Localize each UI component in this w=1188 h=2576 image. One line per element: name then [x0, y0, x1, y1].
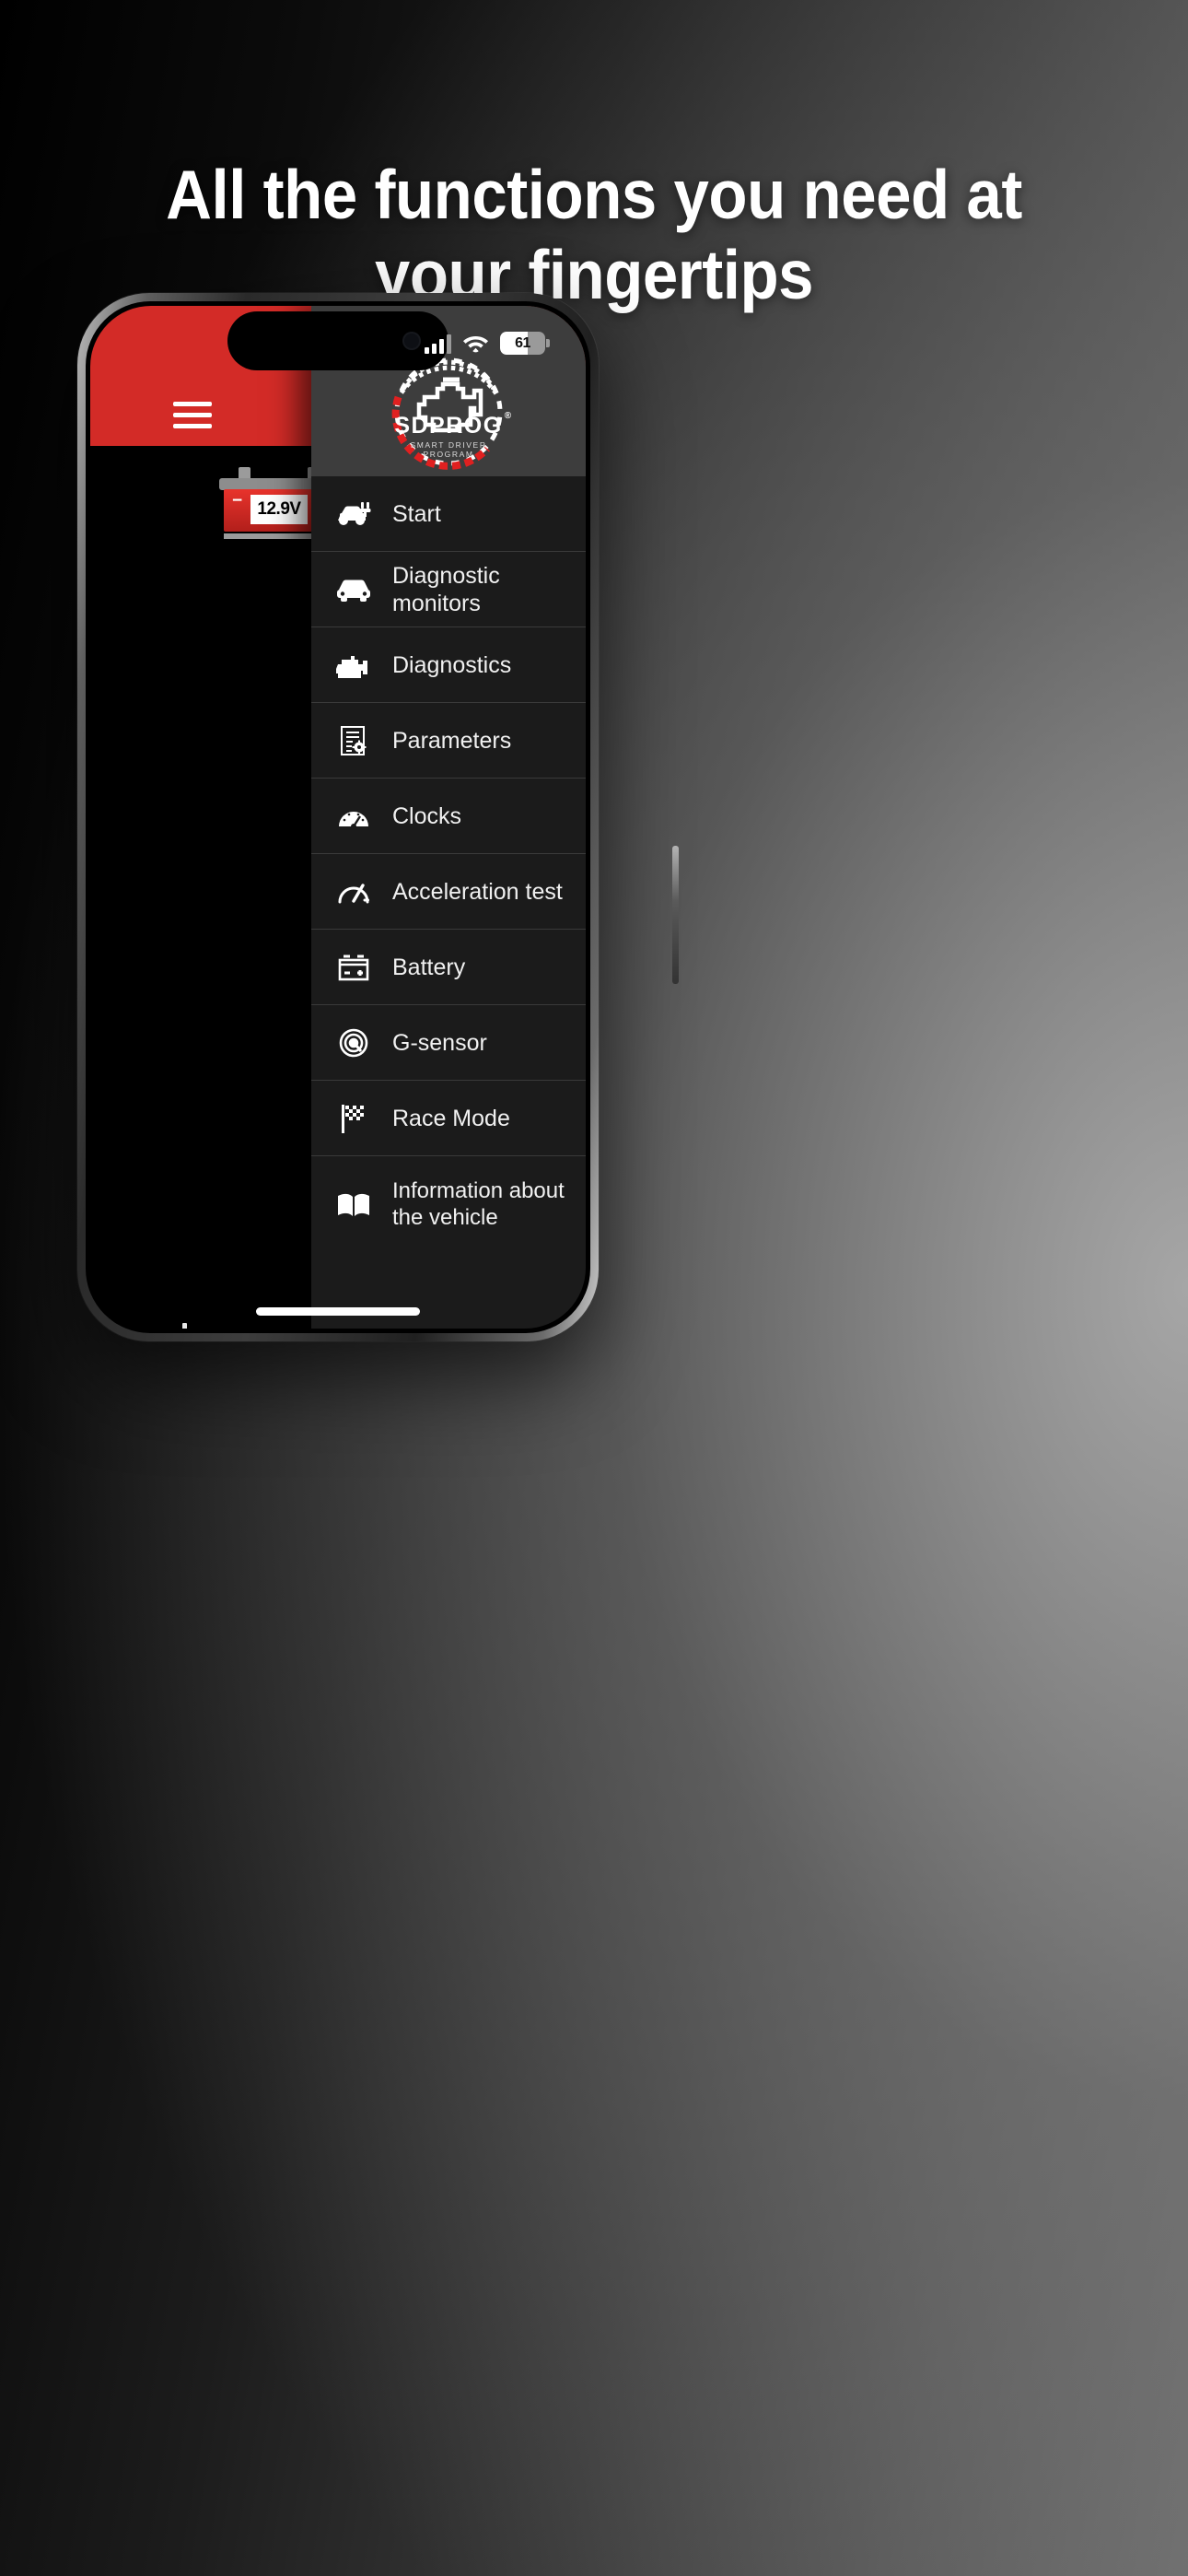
hamburger-menu-icon[interactable] — [173, 402, 212, 429]
menu-item-label: Battery — [392, 954, 466, 980]
menu-item-label: Diagnostic monitors — [392, 562, 500, 616]
battery-voltage-readout: 12.9V — [250, 495, 308, 524]
menu-item-label: Acceleration test — [392, 878, 563, 905]
menu-item-clocks[interactable]: Clocks — [311, 779, 586, 854]
checkered-flag-icon — [332, 1104, 376, 1133]
logo-registered-mark: ® — [504, 411, 513, 421]
background-tick-marks — [182, 1323, 187, 1329]
speedometer-icon — [332, 880, 376, 904]
gauge-icon — [332, 804, 376, 828]
target-spiral-icon — [332, 1028, 376, 1058]
phone-device-mockup: 09:22 − + 12.9V ® ’47 — [77, 293, 679, 1341]
engine-icon — [332, 652, 376, 678]
menu-item-label: Information about the vehicle — [392, 1178, 565, 1230]
battery-terminals-icon — [332, 954, 376, 981]
battery-minus-label: − — [232, 491, 243, 510]
power-button[interactable] — [672, 846, 679, 984]
logo-tagline-line-1: SMART DRIVER — [410, 440, 487, 450]
menu-item-information-about-the-vehicle[interactable]: Information about the vehicle — [311, 1156, 586, 1254]
car-plug-icon — [332, 500, 376, 528]
document-gear-icon — [332, 725, 376, 756]
menu-item-battery[interactable]: Battery — [311, 930, 586, 1005]
menu-item-diagnostics[interactable]: Diagnostics — [311, 627, 586, 703]
engine-check-logo-icon: SDPROG ® SMART DRIVER PROGRAM — [386, 353, 511, 471]
menu-item-start[interactable]: Start — [311, 476, 586, 552]
drawer-menu-list: Start Diagnostic monitors Diagnostics Pa… — [311, 476, 586, 1329]
phone-screen: 09:22 − + 12.9V ® ’47 — [90, 306, 586, 1329]
logo-text-block: SDPROG ® SMART DRIVER PROGRAM — [386, 412, 511, 460]
navigation-drawer: SDPROG ® SMART DRIVER PROGRAM Start Diag… — [311, 306, 586, 1329]
car-front-icon — [332, 577, 376, 603]
menu-item-parameters[interactable]: Parameters — [311, 703, 586, 779]
logo-name-text: SDPROG — [394, 413, 503, 439]
home-indicator[interactable] — [256, 1307, 420, 1316]
menu-item-g-sensor[interactable]: G-sensor — [311, 1005, 586, 1081]
logo-tagline-line-2: PROGRAM — [423, 450, 474, 459]
menu-item-label: G-sensor — [392, 1029, 487, 1056]
headline-line-1: All the functions you need at — [166, 156, 1022, 233]
logo-name: SDPROG ® — [394, 412, 511, 439]
drawer-header: SDPROG ® SMART DRIVER PROGRAM — [311, 306, 586, 476]
menu-item-diagnostic-monitors[interactable]: Diagnostic monitors — [311, 552, 586, 627]
menu-item-label: Race Mode — [392, 1105, 510, 1131]
menu-item-race-mode[interactable]: Race Mode — [311, 1081, 586, 1156]
menu-item-label: Diagnostics — [392, 651, 512, 678]
menu-item-label: Clocks — [392, 802, 462, 829]
menu-item-label: Start — [392, 500, 441, 527]
phone-bezel: 09:22 − + 12.9V ® ’47 — [86, 301, 590, 1333]
menu-item-label: Parameters — [392, 727, 512, 754]
open-book-icon — [332, 1192, 376, 1218]
promo-headline: All the functions you need at your finge… — [48, 155, 1141, 315]
menu-item-acceleration-test[interactable]: Acceleration test — [311, 854, 586, 930]
